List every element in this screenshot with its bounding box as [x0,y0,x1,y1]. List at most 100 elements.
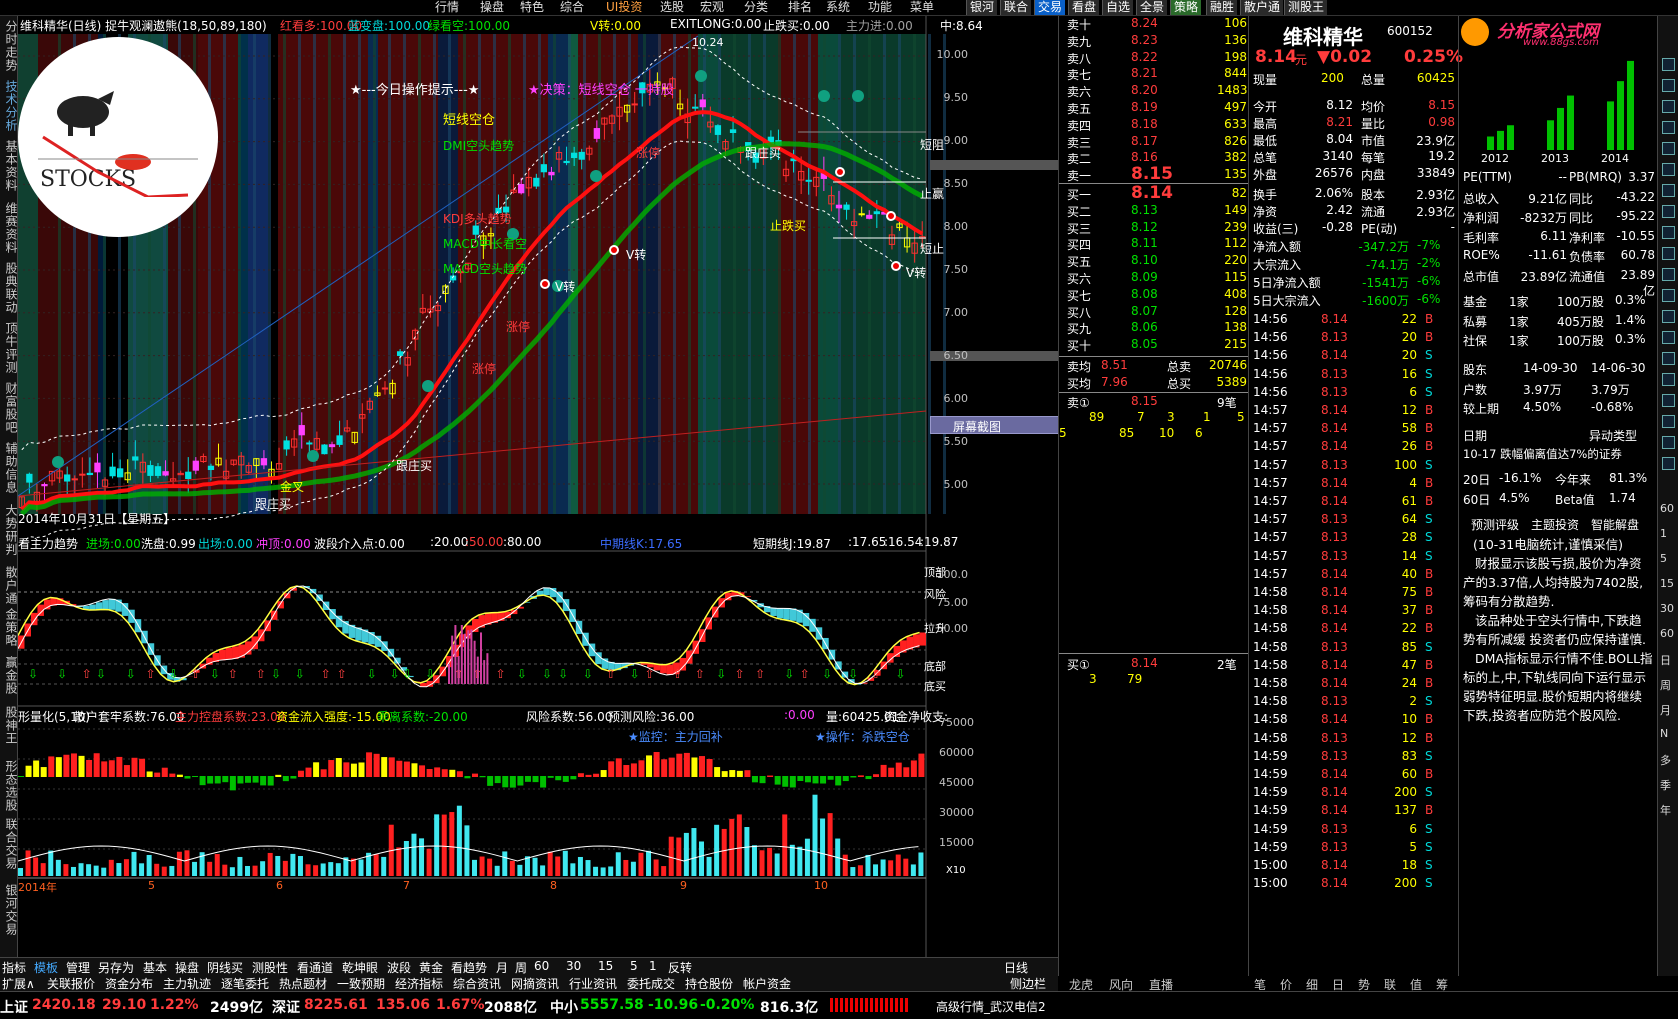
tool-icon[interactable] [1662,184,1675,197]
bottom-tab2[interactable]: 经济指标 [395,975,443,992]
menu-item[interactable]: 操盘 [480,0,504,15]
bottom-tab2[interactable]: 侧边栏 [1010,975,1046,992]
tool-icon[interactable] [1662,373,1675,386]
tool-icon[interactable] [1662,79,1675,92]
tool-icon[interactable] [1662,352,1675,365]
menu-right-item[interactable]: 融胜 [1206,0,1238,15]
tool-icon[interactable] [1662,310,1675,323]
bottom-tab2[interactable]: 关联报价 [47,975,95,992]
bottom-tab2[interactable]: 综合资讯 [453,975,501,992]
tool-icon[interactable] [1662,457,1675,470]
left-nav-item[interactable]: 形态选股 [1,760,18,812]
menu-item[interactable]: 宏观 [700,0,724,15]
tool-icon[interactable] [1662,226,1675,239]
period-button[interactable]: 1 [1660,527,1667,540]
left-nav-item[interactable]: 分时走势 [1,20,18,72]
left-nav-item[interactable]: 大势研判 [1,504,18,556]
bottom-tab2[interactable]: 行业资讯 [569,975,617,992]
tool-icon[interactable] [1662,121,1675,134]
tool-icon[interactable] [1662,331,1675,344]
left-nav-item[interactable]: 股典联动 [1,262,18,314]
period-button[interactable]: 5 [1660,552,1667,565]
candle-body [381,387,389,390]
tool-icon[interactable] [1662,436,1675,449]
pingji-tab[interactable]: 主题投资 [1531,516,1579,533]
bottom-tab[interactable]: 60 [534,959,549,973]
menu-right-item[interactable]: 银河 [966,0,998,15]
menu-item[interactable]: 菜单 [910,0,934,15]
tool-icon[interactable] [1662,163,1675,176]
menu-item[interactable]: 排名 [788,0,812,15]
period-button[interactable]: N [1660,727,1668,740]
left-nav-item[interactable]: 顶牛评测 [1,322,18,374]
menu-right-item[interactable]: 测股王 [1284,0,1328,15]
volume-bar [562,850,568,876]
period-button[interactable]: 年 [1660,802,1671,818]
bottom-tab2[interactable]: 一致预期 [337,975,385,992]
left-nav-item[interactable]: 散户通 [1,566,18,605]
left-nav-item[interactable]: 辅助信息 [1,442,18,494]
menu-item[interactable]: UI投资 [606,0,642,15]
screenshot-button[interactable]: 屏幕截图 [930,416,1060,434]
period-button[interactable]: 60 [1660,502,1674,515]
menu-right-item[interactable]: 看盘 [1068,0,1100,15]
tool-icon[interactable] [1662,58,1675,71]
bottom-tab2[interactable]: 网摘资讯 [511,975,559,992]
bottom-tab[interactable]: 30 [566,959,581,973]
pingji-tab[interactable]: 预测评级 [1471,516,1519,533]
period-button[interactable]: 60 [1660,627,1674,640]
tool-icon[interactable] [1662,415,1675,428]
bottom-tab[interactable]: 1 [649,959,657,973]
menu-right-item[interactable]: 散户通 [1240,0,1284,15]
period-button[interactable]: 日 [1660,652,1671,668]
period-button[interactable]: 30 [1660,602,1674,615]
menu-item[interactable]: 功能 [868,0,892,15]
bottom-tab2[interactable]: 扩展∧ [2,975,35,992]
left-nav-item[interactable]: 银河交易 [1,884,18,936]
menu-item[interactable]: 分类 [744,0,768,15]
menu-right-item[interactable]: 联合 [1000,0,1032,15]
left-nav-item[interactable]: 联合交易 [1,818,18,870]
left-nav-item[interactable]: 维赛资料 [1,202,18,254]
menu-right-item[interactable]: 全景 [1136,0,1168,15]
menu-right-item[interactable]: 策略 [1170,0,1202,15]
price-pct: 0.25% [1404,47,1463,67]
tool-icon[interactable] [1662,205,1675,218]
period-button[interactable]: 季 [1660,777,1671,793]
bottom-tab2[interactable]: 热点题材 [279,975,327,992]
left-nav-item[interactable]: 赢金股 [1,656,18,695]
bottom-tab[interactable]: 5 [630,959,638,973]
menu-item[interactable]: 特色 [520,0,544,15]
left-nav-item[interactable]: 金策略 [1,608,18,647]
tool-icon[interactable] [1662,268,1675,281]
bottom-tab2[interactable]: 持仓股份 [685,975,733,992]
bottom-tab2[interactable]: 资金分布 [105,975,153,992]
period-button[interactable]: 多 [1660,752,1671,768]
menu-right-item[interactable]: 自选 [1102,0,1134,15]
left-nav-item[interactable]: 基本资料 [1,140,18,192]
left-nav-item[interactable]: 财富股吧 [1,382,18,434]
period-button[interactable]: 月 [1660,702,1671,718]
menu-item[interactable]: 系统 [826,0,850,15]
pingji-tab[interactable]: 智能解盘 [1591,516,1639,533]
menu-item[interactable]: 选股 [660,0,684,15]
tool-icon[interactable] [1662,394,1675,407]
tool-icon[interactable] [1662,289,1675,302]
menu-item[interactable]: 行情 [435,0,459,15]
left-nav-item[interactable]: 股神王 [1,706,18,745]
bottom-tab2[interactable]: 主力轨迹 [163,975,211,992]
period-button[interactable]: 15 [1660,577,1674,590]
tool-icon[interactable] [1662,142,1675,155]
bottom-tab2[interactable]: 帐户资金 [743,975,791,992]
bottom-tab[interactable]: 15 [598,959,613,973]
period-button[interactable]: 周 [1660,677,1671,693]
menu-item[interactable]: 综合 [560,0,584,15]
menu-right-item[interactable]: 交易 [1034,0,1066,15]
bottom-tab2[interactable]: 逐笔委托 [221,975,269,992]
left-nav-item[interactable]: 技术分析 [1,80,18,132]
tool-icon[interactable] [1662,247,1675,260]
tool-icon[interactable] [1662,100,1675,113]
lan-value: 100.00 [388,19,431,33]
volume-bar [464,825,470,876]
bottom-tab2[interactable]: 委托成交 [627,975,675,992]
